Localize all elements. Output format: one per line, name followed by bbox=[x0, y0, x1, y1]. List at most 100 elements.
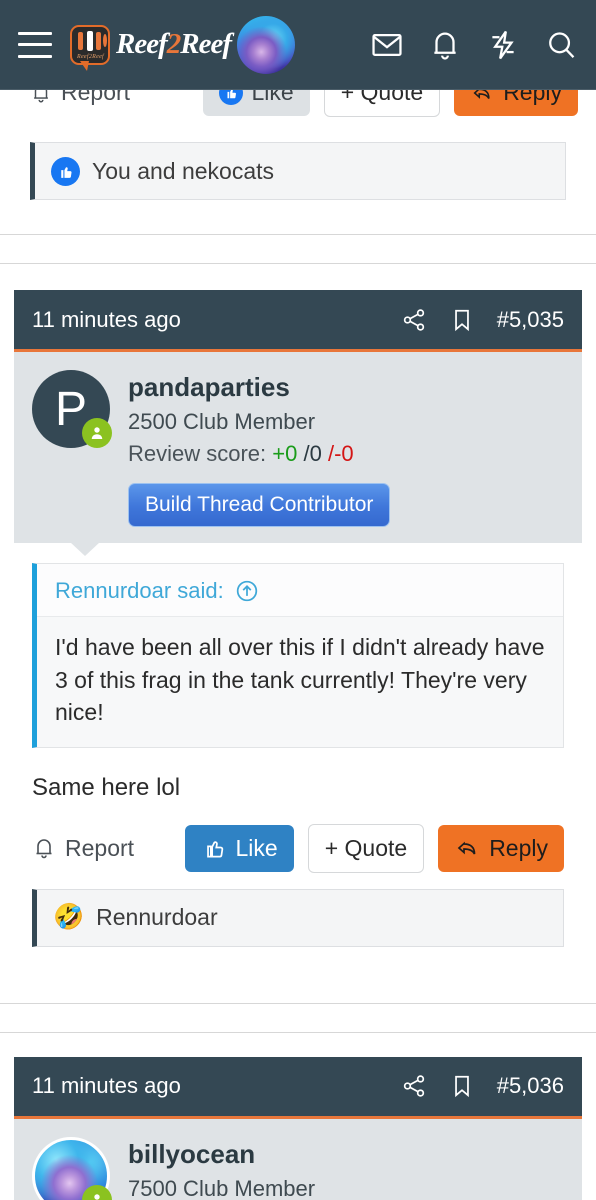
post-user-panel: P pandaparties 2500 Club Member Review s… bbox=[14, 352, 582, 556]
reaction-bar[interactable]: You and nekocats bbox=[30, 142, 566, 200]
thumbs-up-icon bbox=[218, 90, 243, 105]
reply-label: Reply bbox=[503, 90, 562, 105]
logo-word-3: Reef bbox=[180, 28, 232, 60]
rofl-emoji-icon: 🤣 bbox=[53, 903, 85, 932]
user-badge-row: Build Thread Contributor bbox=[128, 483, 564, 527]
alerts-icon[interactable] bbox=[428, 28, 462, 62]
avatar[interactable] bbox=[237, 15, 295, 74]
quote-button[interactable]: + Quote bbox=[323, 90, 441, 117]
logo-stripe-4 bbox=[103, 33, 107, 47]
logo-stripe-1 bbox=[78, 31, 83, 50]
like-button[interactable]: Like bbox=[202, 90, 310, 116]
review-score-positive: +0 bbox=[272, 441, 298, 466]
reply-button[interactable]: Reply bbox=[438, 824, 564, 872]
review-score-negative: /-0 bbox=[327, 441, 354, 466]
thumbs-up-icon bbox=[51, 156, 80, 186]
post-timestamp[interactable]: 11 minutes ago bbox=[32, 307, 181, 333]
thumb-glyph bbox=[227, 90, 236, 98]
bell-icon bbox=[36, 839, 52, 859]
quote-header[interactable]: Rennurdoar said: bbox=[37, 564, 563, 617]
online-status-icon bbox=[82, 418, 112, 448]
jump-to-post-icon[interactable] bbox=[234, 578, 260, 604]
previous-post-actions: Report Like + Quote Reply bbox=[0, 90, 596, 120]
quote-button[interactable]: + Quote bbox=[307, 823, 425, 873]
report-button[interactable]: Report bbox=[30, 90, 146, 116]
bookmark-icon[interactable] bbox=[449, 307, 475, 333]
post-header-actions: #5,036 bbox=[401, 1073, 564, 1099]
share-icon[interactable] bbox=[401, 1073, 427, 1099]
reaction-text: You and nekocats bbox=[92, 157, 275, 184]
logo-stripe-3 bbox=[96, 31, 101, 50]
post: 11 minutes ago #5,035 P pandaparties 250… bbox=[14, 290, 582, 969]
like-label: Like bbox=[251, 90, 294, 105]
post-number[interactable]: #5,035 bbox=[497, 307, 564, 333]
menu-bar-1 bbox=[18, 31, 52, 35]
panel-tail bbox=[70, 542, 100, 556]
person-glyph bbox=[91, 427, 103, 439]
menu-icon[interactable] bbox=[18, 31, 52, 58]
user-badge[interactable]: Build Thread Contributor bbox=[128, 483, 391, 527]
search-icon[interactable] bbox=[544, 28, 578, 62]
share-icon[interactable] bbox=[401, 307, 427, 333]
spacer bbox=[0, 968, 596, 1003]
menu-bar-3 bbox=[18, 54, 52, 58]
report-button[interactable]: Report bbox=[32, 825, 150, 872]
user-title: 2500 Club Member bbox=[128, 409, 316, 434]
post-header: 11 minutes ago #5,035 bbox=[14, 290, 582, 352]
user-meta: pandaparties 2500 Club Member Review sco… bbox=[128, 370, 354, 467]
logo-word-1: Reef bbox=[116, 28, 168, 60]
bell-icon bbox=[34, 90, 48, 102]
spacer bbox=[0, 1003, 596, 1032]
post-number[interactable]: #5,036 bbox=[497, 1073, 564, 1099]
bookmark-icon[interactable] bbox=[449, 1073, 475, 1099]
review-score: Review score: +0 /0 /-0 bbox=[128, 441, 354, 467]
quote-label: + Quote bbox=[340, 90, 424, 105]
reply-label: Reply bbox=[489, 834, 548, 861]
quote-author: Rennurdoar said: bbox=[55, 578, 224, 603]
reply-arrow-icon bbox=[473, 90, 490, 99]
review-score-label: Review score: bbox=[128, 441, 267, 466]
report-label: Report bbox=[65, 834, 135, 861]
post-header-actions: #5,035 bbox=[401, 307, 564, 333]
spacer bbox=[0, 235, 596, 263]
site-logo[interactable]: Reef2Reef Reef2Reef bbox=[70, 24, 232, 71]
quote-block: Rennurdoar said: I'd have been all over … bbox=[32, 563, 564, 748]
whats-new-icon[interactable] bbox=[486, 28, 520, 62]
spacer bbox=[0, 200, 596, 234]
clownfish-logo-icon: Reef2Reef bbox=[70, 24, 110, 71]
quote-text: I'd have been all over this if I didn't … bbox=[55, 634, 545, 726]
inbox-icon[interactable] bbox=[370, 28, 404, 62]
spacer bbox=[0, 264, 596, 290]
like-button[interactable]: Like bbox=[184, 824, 294, 872]
site-header: Reef2Reef Reef2Reef bbox=[0, 0, 596, 90]
user-title: 7500 Club Member bbox=[128, 1175, 316, 1200]
avatar[interactable] bbox=[32, 1136, 112, 1200]
logo-stripe-2 bbox=[87, 30, 93, 51]
post-username[interactable]: billyocean bbox=[128, 1139, 354, 1170]
spacer bbox=[0, 1032, 596, 1057]
thumb-glyph bbox=[61, 166, 72, 178]
review-score-neutral: /0 bbox=[303, 441, 322, 466]
quote-label: + Quote bbox=[324, 834, 408, 861]
post-header: 11 minutes ago #5,036 bbox=[14, 1056, 582, 1119]
thread-content: Report Like + Quote Reply You and nekoca… bbox=[0, 90, 596, 1200]
reply-button[interactable]: Reply bbox=[454, 90, 578, 116]
reaction-text: Rennurdoar bbox=[96, 904, 218, 931]
report-label: Report bbox=[61, 90, 131, 105]
post-body: Rennurdoar said: I'd have been all over … bbox=[14, 543, 582, 873]
reaction-bar[interactable]: 🤣 Rennurdoar bbox=[32, 888, 564, 947]
post-footer: 🤣 Rennurdoar bbox=[14, 872, 582, 969]
menu-bar-2 bbox=[18, 43, 52, 46]
post-actions: Report Like + Quote Reply bbox=[32, 823, 564, 873]
like-label: Like bbox=[235, 834, 278, 861]
thumbs-up-icon bbox=[206, 841, 223, 859]
header-icon-group bbox=[370, 28, 578, 62]
post-user-panel: billyocean 7500 Club Member Review score… bbox=[14, 1118, 582, 1200]
logo-mini-text: Reef2Reef bbox=[77, 53, 105, 60]
avatar[interactable]: P bbox=[32, 370, 112, 448]
person-glyph bbox=[94, 1194, 100, 1200]
post-timestamp[interactable]: 11 minutes ago bbox=[32, 1073, 181, 1099]
post: 11 minutes ago #5,036 billyocean 7500 Cl… bbox=[14, 1056, 582, 1200]
logo-wordmark: Reef2Reef bbox=[116, 28, 232, 61]
post-username[interactable]: pandaparties bbox=[128, 372, 354, 403]
